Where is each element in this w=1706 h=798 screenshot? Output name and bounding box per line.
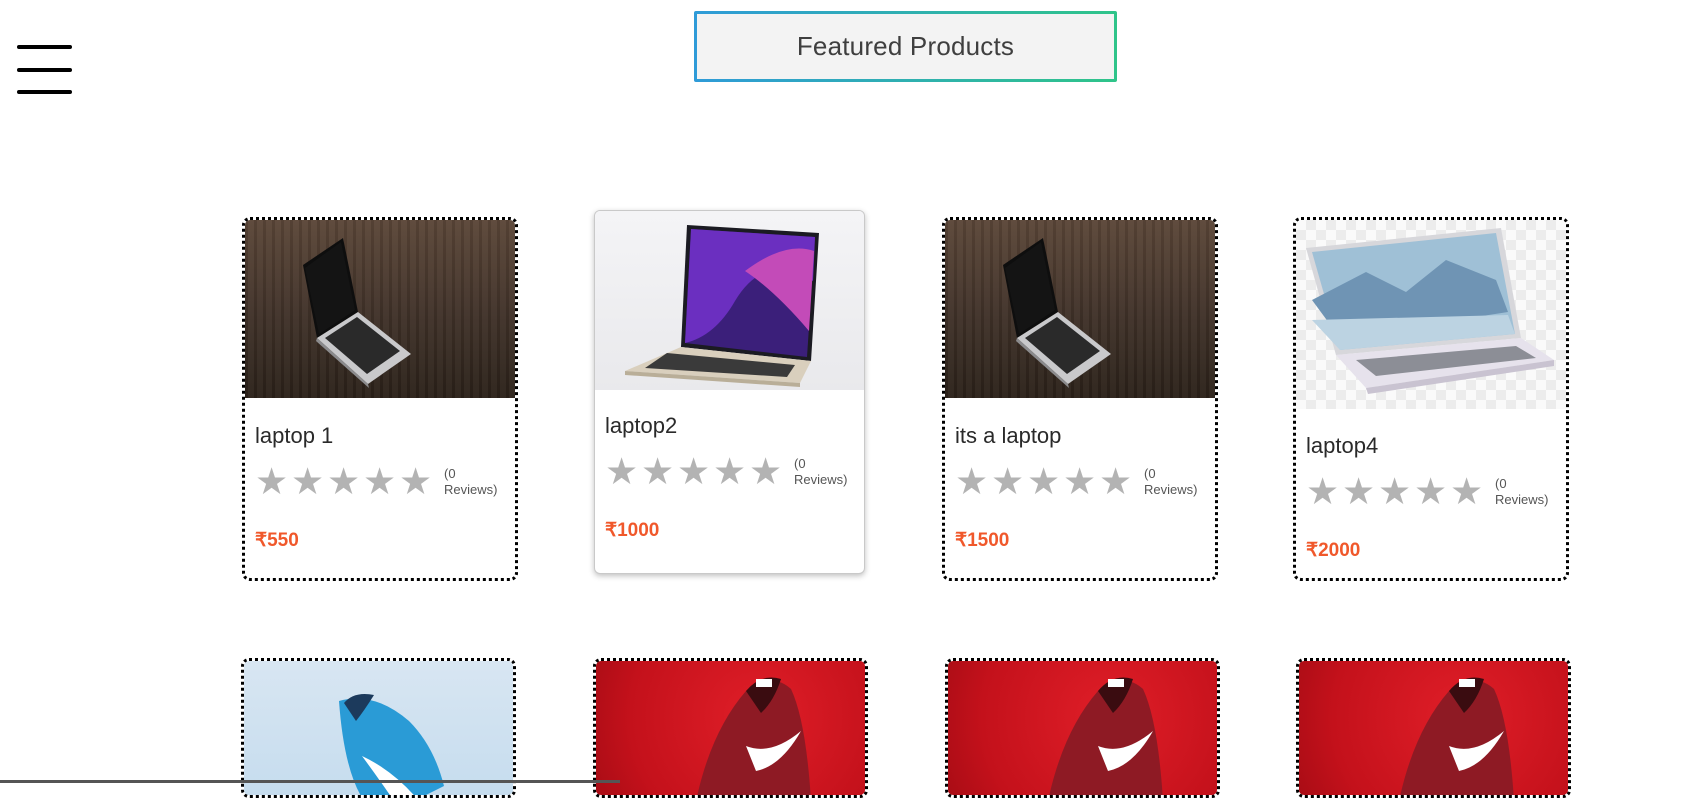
star-icon: ★ [363, 461, 397, 502]
star-rating: ★ ★ ★ ★ ★ (0 Reviews) [955, 463, 1204, 500]
review-count: (0 Reviews) [1144, 465, 1198, 497]
star-icon: ★ [1414, 471, 1448, 512]
product-image[interactable] [948, 661, 1217, 795]
star-icon: ★ [749, 451, 783, 492]
star-icon: ★ [677, 451, 711, 492]
product-card[interactable]: laptop 1 ★ ★ ★ ★ ★ (0 Reviews) ₹550 [242, 217, 518, 581]
product-image[interactable] [595, 211, 864, 390]
menu-bar [17, 90, 72, 94]
hamburger-menu-icon[interactable] [17, 45, 72, 95]
star-icon: ★ [641, 451, 675, 492]
star-icon: ★ [605, 451, 639, 492]
star-rating: ★ ★ ★ ★ ★ (0 Reviews) [255, 463, 504, 500]
product-card[interactable] [1296, 658, 1571, 798]
review-count: (0 Reviews) [444, 465, 498, 497]
product-price: ₹1000 [605, 520, 660, 541]
product-image[interactable] [945, 220, 1215, 398]
page-title: Featured Products [796, 31, 1015, 61]
product-name[interactable]: its a laptop [955, 423, 1061, 449]
star-icon: ★ [1027, 461, 1061, 502]
product-price: ₹1500 [955, 530, 1010, 551]
star-icon: ★ [1378, 471, 1412, 512]
star-icon: ★ [327, 461, 361, 502]
review-count: (0 Reviews) [1495, 475, 1549, 507]
star-icon: ★ [291, 461, 325, 502]
menu-bar [17, 45, 72, 49]
featured-products-heading: Featured Products [694, 11, 1117, 82]
product-price: ₹2000 [1306, 540, 1361, 561]
product-image[interactable] [1299, 661, 1568, 795]
product-price: ₹550 [255, 530, 299, 551]
product-image[interactable] [244, 661, 513, 795]
product-image[interactable] [245, 220, 515, 398]
star-icon: ★ [1342, 471, 1376, 512]
star-rating: ★ ★ ★ ★ ★ (0 Reviews) [605, 453, 854, 490]
product-card[interactable] [593, 658, 868, 798]
star-icon: ★ [1450, 471, 1484, 512]
product-name[interactable]: laptop2 [605, 413, 677, 439]
star-icon: ★ [399, 461, 433, 502]
star-icon: ★ [1063, 461, 1097, 502]
product-card[interactable] [945, 658, 1220, 798]
star-icon: ★ [1306, 471, 1340, 512]
menu-bar [17, 68, 72, 72]
product-image[interactable] [596, 661, 865, 795]
product-card[interactable]: laptop2 ★ ★ ★ ★ ★ (0 Reviews) ₹1000 [594, 210, 865, 574]
product-image[interactable] [1296, 220, 1566, 409]
review-count: (0 Reviews) [794, 455, 848, 487]
star-icon: ★ [955, 461, 989, 502]
star-icon: ★ [1099, 461, 1133, 502]
product-card[interactable] [241, 658, 516, 798]
star-rating: ★ ★ ★ ★ ★ (0 Reviews) [1306, 473, 1555, 510]
product-card[interactable]: laptop4 ★ ★ ★ ★ ★ (0 Reviews) ₹2000 [1293, 217, 1569, 581]
product-card[interactable]: its a laptop ★ ★ ★ ★ ★ (0 Reviews) ₹1500 [942, 217, 1218, 581]
star-icon: ★ [713, 451, 747, 492]
star-icon: ★ [991, 461, 1025, 502]
star-icon: ★ [255, 461, 289, 502]
product-name[interactable]: laptop4 [1306, 433, 1378, 459]
product-name[interactable]: laptop 1 [255, 423, 333, 449]
